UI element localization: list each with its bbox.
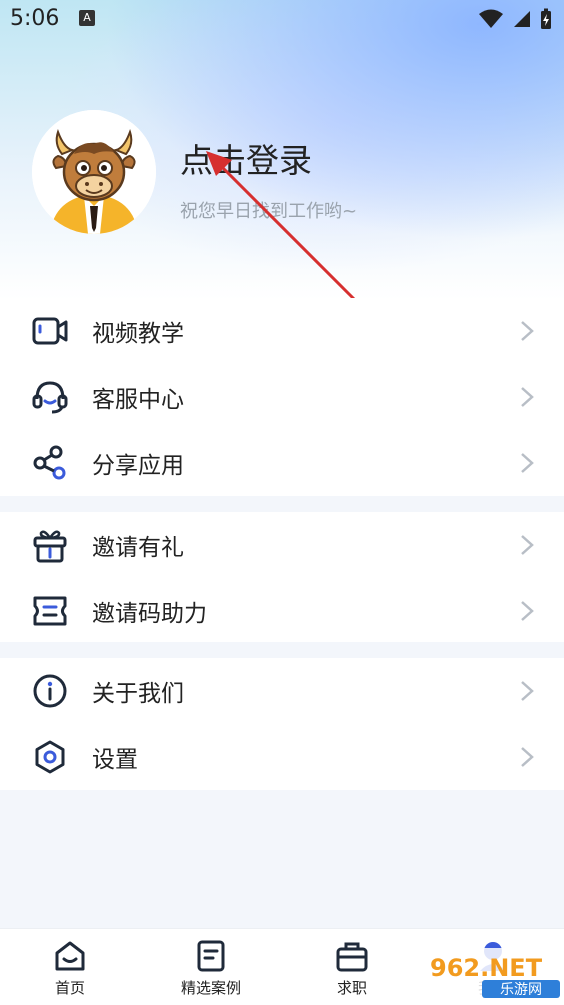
tab-job-search[interactable]: 求职	[292, 929, 412, 1005]
chevron-right-icon	[521, 681, 534, 701]
tab-label: 首页	[54, 979, 85, 997]
ticket-icon	[32, 593, 68, 629]
chevron-right-icon	[521, 747, 534, 767]
watermark-sub: 乐游网	[500, 982, 542, 998]
status-time: 5:06	[10, 6, 60, 31]
chevron-right-icon	[521, 453, 534, 473]
status-icons	[478, 8, 552, 30]
menu-item-label: 分享应用	[92, 453, 184, 479]
menu-item-invite-code[interactable]: 邀请码助力	[0, 578, 564, 644]
chevron-right-icon	[521, 387, 534, 407]
menu-item-video-tutorial[interactable]: 视频教学	[0, 298, 564, 364]
menu-item-label: 邀请码助力	[92, 601, 207, 627]
menu-item-label: 客服中心	[92, 387, 184, 413]
menu-item-customer-service[interactable]: 客服中心	[0, 364, 564, 430]
login-subtitle: 祝您早日找到工作哟~	[180, 201, 358, 222]
login-prompt[interactable]: 点击登录	[180, 134, 312, 182]
bull-mascot-icon	[32, 110, 156, 234]
tab-home[interactable]: 首页	[10, 929, 130, 1005]
app-notification-icon: A	[79, 10, 95, 26]
gift-icon	[32, 527, 68, 563]
signal-icon	[514, 11, 530, 27]
menu-item-label: 设置	[92, 747, 138, 773]
watermark-logo: 962.NET 乐游网	[424, 948, 564, 1000]
menu-item-settings[interactable]: 设置	[0, 724, 564, 790]
battery-icon	[541, 8, 551, 29]
menu-item-label: 邀请有礼	[92, 535, 184, 561]
chevron-right-icon	[521, 601, 534, 621]
menu-item-label: 视频教学	[92, 321, 184, 347]
menu-group-1: 视频教学 客服中心 分享应用	[0, 298, 564, 496]
menu-group-2: 邀请有礼 邀请码助力	[0, 512, 564, 642]
tab-featured-cases[interactable]: 精选案例	[151, 929, 271, 1005]
menu-item-about-us[interactable]: 关于我们	[0, 658, 564, 724]
avatar[interactable]	[32, 110, 156, 234]
chevron-right-icon	[521, 535, 534, 555]
menu-item-invite-gift[interactable]: 邀请有礼	[0, 512, 564, 578]
chevron-right-icon	[521, 321, 534, 341]
info-icon	[32, 673, 68, 709]
tab-label: 求职	[336, 979, 367, 997]
menu-group-3: 关于我们 设置	[0, 658, 564, 790]
video-camera-icon	[32, 313, 68, 349]
briefcase-icon	[336, 942, 368, 972]
tab-label: 精选案例	[180, 979, 241, 997]
headset-icon	[32, 379, 68, 415]
home-icon	[55, 941, 85, 971]
watermark-main: 962.NET	[430, 954, 543, 982]
settings-hex-icon	[32, 739, 68, 775]
menu-item-label: 关于我们	[92, 681, 184, 707]
share-icon	[32, 445, 68, 481]
status-bar: 5:06 A	[0, 0, 564, 40]
document-icon	[197, 940, 225, 972]
menu-item-share-app[interactable]: 分享应用	[0, 430, 564, 496]
wifi-icon	[479, 9, 503, 28]
